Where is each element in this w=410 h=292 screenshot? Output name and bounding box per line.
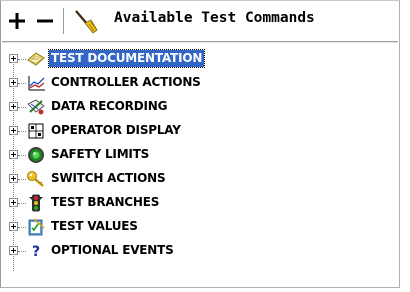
tree-item-operator-display[interactable]: OPERATOR DISPLAY (9, 120, 389, 142)
tree-item-label: DATA RECORDING (51, 99, 168, 113)
tree-branch-line (18, 203, 26, 204)
collapse-all-button[interactable] (32, 6, 58, 36)
plus-icon (9, 13, 25, 29)
expand-toggle[interactable] (9, 222, 18, 231)
tree-item-label: OPTIONAL EVENTS (51, 243, 174, 257)
expand-toggle[interactable] (9, 198, 18, 207)
tree-item-test-documentation[interactable]: TEST DOCUMENTATION (9, 48, 389, 70)
tree-item-label: SAFETY LIMITS (51, 147, 150, 161)
expand-toggle[interactable] (9, 126, 18, 135)
tree-item-label: SWITCH ACTIONS (51, 171, 166, 185)
tree-item-label: CONTROLLER ACTIONS (51, 75, 201, 89)
toolbar-divider (2, 41, 398, 43)
svg-text:?: ? (32, 244, 40, 260)
tree-branch-line (18, 155, 26, 156)
tree-item-label: OPERATOR DISPLAY (51, 123, 181, 137)
tree-item-test-values[interactable]: TEST VALUES (9, 216, 389, 238)
tree-item-optional-events[interactable]: ? OPTIONAL EVENTS (9, 240, 389, 262)
toolbar: Available Test Commands (2, 2, 398, 40)
tree-item-safety-limits[interactable]: SAFETY LIMITS (9, 144, 389, 166)
expand-toggle[interactable] (9, 54, 18, 63)
document-icon (26, 49, 46, 69)
expand-toggle[interactable] (9, 78, 18, 87)
tree-branch-line (18, 227, 26, 228)
clipboard-icon (26, 217, 46, 237)
chart-icon (26, 73, 46, 93)
panel-title: Available Test Commands (114, 10, 315, 26)
test-commands-panel: Available Test Commands TEST DOCUMENTATI… (0, 0, 400, 288)
key-icon (26, 169, 46, 189)
tree-item-data-recording[interactable]: DATA RECORDING (9, 96, 389, 118)
minus-icon (37, 19, 53, 23)
tree-item-label: TEST DOCUMENTATION (47, 49, 206, 68)
expand-toggle[interactable] (9, 150, 18, 159)
toolbar-separator (63, 8, 65, 34)
expand-toggle[interactable] (9, 102, 18, 111)
tree-branch-line (18, 131, 26, 132)
tree-branch-line (18, 251, 26, 252)
tree-item-label: TEST BRANCHES (51, 195, 160, 209)
tree-branch-line (18, 59, 26, 60)
broom-icon[interactable] (72, 8, 98, 34)
tree-item-switch-actions[interactable]: SWITCH ACTIONS (9, 168, 389, 190)
tree-item-controller-actions[interactable]: CONTROLLER ACTIONS (9, 72, 389, 94)
recorder-icon (26, 97, 46, 117)
tree-item-test-branches[interactable]: TEST BRANCHES (9, 192, 389, 214)
tree-branch-line (18, 107, 26, 108)
question-icon: ? (26, 241, 46, 261)
display-icon (26, 121, 46, 141)
traffic-light-icon (26, 193, 46, 213)
tree-item-label: TEST VALUES (51, 219, 138, 233)
expand-toggle[interactable] (9, 174, 18, 183)
tree-branch-line (18, 83, 26, 84)
green-light-icon (26, 145, 46, 165)
tree-branch-line (18, 179, 26, 180)
expand-all-button[interactable] (4, 6, 30, 36)
expand-toggle[interactable] (9, 246, 18, 255)
